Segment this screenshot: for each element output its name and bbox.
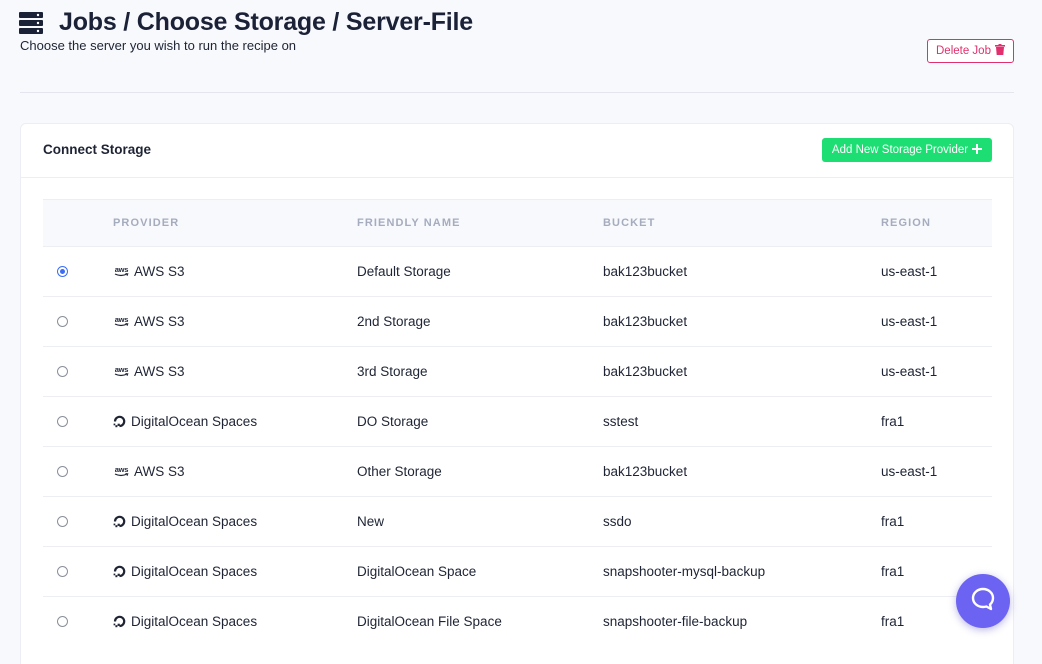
- storage-radio-button[interactable]: [57, 516, 68, 527]
- provider-name: DigitalOcean Spaces: [131, 414, 258, 429]
- page-subtitle: Choose the server you wish to run the re…: [20, 38, 297, 53]
- provider-name: AWS S3: [134, 364, 185, 379]
- plus-icon: [972, 143, 983, 157]
- region-cell: fra1: [881, 514, 905, 529]
- provider-cell: DigitalOcean Spaces: [113, 597, 357, 647]
- page-title: Jobs / Choose Storage / Server-File: [59, 8, 473, 36]
- friendly-name-cell: DigitalOcean Space: [357, 564, 477, 579]
- friendly-name-cell: New: [357, 514, 385, 529]
- friendly-name-cell: 3rd Storage: [357, 364, 428, 379]
- row-select-cell: [43, 297, 113, 347]
- select-column-header: [43, 199, 113, 247]
- region-cell: us-east-1: [881, 264, 938, 279]
- bucket-cell: bak123bucket: [603, 264, 688, 279]
- card-title: Connect Storage: [43, 142, 152, 157]
- storage-radio-button[interactable]: [57, 266, 68, 277]
- provider-name: DigitalOcean Spaces: [131, 614, 258, 630]
- digitalocean-logo-icon: [113, 515, 126, 528]
- chat-launcher-button[interactable]: [956, 574, 1010, 628]
- chat-bubble-icon: [970, 586, 996, 617]
- storage-table: PROVIDER FRIENDLY NAME BUCKET REGION aws…: [43, 199, 992, 647]
- region-cell: us-east-1: [881, 314, 938, 329]
- table-row[interactable]: aws AWS S3 Other Storage bak123bucket us-eas…: [43, 446, 992, 497]
- provider-cell: aws AWS S3: [113, 347, 357, 397]
- bucket-cell: bak123bucket: [603, 364, 688, 379]
- bucket-cell: ssdo: [603, 514, 632, 529]
- table-row[interactable]: aws AWS S3 Default Storage bak123bucket us-e…: [43, 246, 992, 297]
- column-header-region: REGION: [881, 199, 992, 247]
- row-select-cell: [43, 347, 113, 397]
- provider-cell: DigitalOcean Spaces: [113, 497, 357, 547]
- row-select-cell: [43, 497, 113, 547]
- add-storage-provider-label: Add New Storage Provider: [831, 144, 969, 156]
- column-header-bucket: BUCKET: [603, 199, 881, 247]
- table-row[interactable]: DigitalOcean Spaces DigitalOcean Space sna…: [43, 546, 992, 597]
- provider-cell: DigitalOcean Spaces: [113, 397, 357, 447]
- table-row[interactable]: aws AWS S3 3rd Storage bak123bucket us-east-…: [43, 346, 992, 397]
- trash-icon: [994, 44, 1005, 58]
- row-select-cell: [43, 447, 113, 497]
- provider-name: DigitalOcean Spaces: [131, 564, 258, 579]
- friendly-name-cell: Default Storage: [357, 264, 451, 279]
- region-cell: us-east-1: [881, 464, 938, 479]
- row-select-cell: [43, 397, 113, 447]
- table-row[interactable]: DigitalOcean Spaces New ssdo fra1: [43, 496, 992, 547]
- delete-job-button[interactable]: Delete Job: [927, 39, 1014, 63]
- provider-name: AWS S3: [134, 314, 185, 329]
- storage-radio-button[interactable]: [57, 616, 68, 628]
- delete-job-label: Delete Job: [936, 45, 991, 57]
- aws-logo-icon: aws: [114, 315, 129, 326]
- provider-cell: aws AWS S3: [113, 247, 357, 297]
- friendly-name-cell: Other Storage: [357, 464, 442, 479]
- storage-radio-button[interactable]: [57, 416, 68, 427]
- storage-radio-button[interactable]: [57, 366, 68, 377]
- table-row[interactable]: DigitalOcean Spaces DO Storage sstest fra1: [43, 396, 992, 447]
- region-cell: us-east-1: [881, 364, 938, 379]
- bucket-cell: snapshooter-mysql-backup: [603, 564, 766, 579]
- digitalocean-logo-icon: [113, 565, 126, 578]
- aws-logo-icon: aws: [114, 465, 129, 476]
- storage-radio-button[interactable]: [57, 316, 68, 327]
- provider-cell: aws AWS S3: [113, 297, 357, 347]
- friendly-name-cell: 2nd Storage: [357, 314, 431, 329]
- friendly-name-cell: DO Storage: [357, 414, 429, 429]
- row-select-cell: [43, 597, 113, 647]
- connect-storage-card: Connect Storage Add New Storage Provider…: [20, 123, 1014, 664]
- table-row[interactable]: aws AWS S3 2nd Storage bak123bucket us-east-…: [43, 296, 992, 347]
- server-stack-icon: [19, 12, 43, 34]
- card-header: Connect Storage Add New Storage Provider: [21, 124, 1013, 178]
- column-header-friendly-name: FRIENDLY NAME: [357, 199, 603, 247]
- bucket-cell: bak123bucket: [603, 464, 688, 479]
- table-header-row: PROVIDER FRIENDLY NAME BUCKET REGION: [43, 199, 992, 247]
- column-header-provider: PROVIDER: [113, 199, 357, 247]
- aws-logo-icon: aws: [114, 265, 129, 276]
- row-select-cell: [43, 247, 113, 297]
- provider-cell: aws AWS S3: [113, 447, 357, 497]
- provider-name: AWS S3: [134, 264, 185, 279]
- bucket-cell: bak123bucket: [603, 314, 688, 329]
- storage-radio-button[interactable]: [57, 566, 68, 577]
- region-cell: fra1: [881, 414, 905, 429]
- provider-name: DigitalOcean Spaces: [131, 514, 258, 529]
- bucket-cell: snapshooter-file-backup: [603, 614, 748, 630]
- row-select-cell: [43, 547, 113, 597]
- header-divider: [20, 92, 1014, 93]
- bucket-cell: sstest: [603, 414, 639, 429]
- table-row[interactable]: DigitalOcean Spaces DigitalOcean File Spa…: [43, 596, 992, 647]
- digitalocean-logo-icon: [113, 615, 126, 628]
- storage-radio-button[interactable]: [57, 466, 68, 477]
- provider-cell: DigitalOcean Spaces: [113, 547, 357, 597]
- add-storage-provider-button[interactable]: Add New Storage Provider: [822, 138, 992, 162]
- digitalocean-logo-icon: [113, 415, 126, 428]
- provider-name: AWS S3: [134, 464, 185, 479]
- aws-logo-icon: aws: [114, 365, 129, 376]
- friendly-name-cell: DigitalOcean File Space: [357, 614, 502, 630]
